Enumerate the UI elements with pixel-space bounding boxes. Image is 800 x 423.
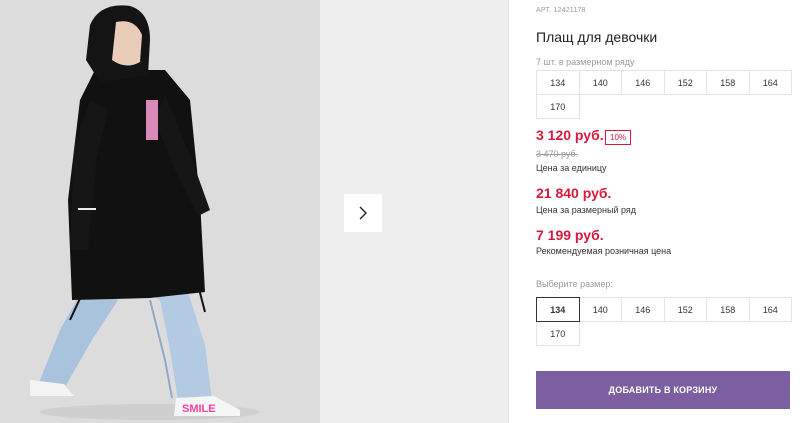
- discount-badge: 10%: [605, 130, 632, 145]
- pack-size-cell: 158: [706, 70, 750, 95]
- size-option[interactable]: 164: [748, 297, 792, 322]
- pack-size-cell: 152: [663, 70, 707, 95]
- pack-size-grid: 134 140 146 152 158 164 170: [536, 70, 792, 119]
- product-title: Плащ для девочки: [536, 29, 658, 45]
- chevron-right-icon: [359, 206, 367, 220]
- pack-size-cell: 134: [536, 70, 580, 95]
- old-price: 3 470 руб.: [536, 149, 579, 159]
- svg-text:SMILE: SMILE: [182, 403, 216, 415]
- rrp-price: 7 199 руб.: [536, 227, 604, 243]
- rrp-caption: Рекомендуемая розничная цена: [536, 246, 672, 256]
- pack-size-cell: 170: [536, 94, 580, 119]
- choose-size-label: Выберите размер:: [536, 279, 613, 289]
- product-sku: АРТ. 12421178: [536, 7, 586, 14]
- size-selector: 134 140 146 152 158 164 170: [536, 297, 792, 346]
- size-option[interactable]: 146: [621, 297, 665, 322]
- size-option-selected[interactable]: 134: [536, 297, 580, 322]
- pack-size-cell: 146: [621, 70, 665, 95]
- product-photo-illustration: SMILE: [0, 0, 320, 423]
- next-image-button[interactable]: [344, 194, 382, 232]
- size-option[interactable]: 170: [536, 321, 580, 346]
- pack-price: 21 840 руб.: [536, 185, 612, 201]
- unit-price-caption: Цена за единицу: [536, 163, 607, 173]
- pack-size-cell: 140: [578, 70, 622, 95]
- size-option[interactable]: 158: [706, 297, 750, 322]
- unit-price: 3 120 руб.: [536, 127, 604, 143]
- product-photo[interactable]: SMILE: [0, 0, 320, 423]
- size-option[interactable]: 140: [578, 297, 622, 322]
- pack-size-cell: 164: [748, 70, 792, 95]
- size-option[interactable]: 152: [663, 297, 707, 322]
- add-to-cart-button[interactable]: Добавить в корзину: [536, 371, 790, 409]
- pack-note: 7 шт. в размерном ряду: [536, 57, 635, 67]
- product-gallery: SMILE: [0, 0, 509, 423]
- pack-price-caption: Цена за размерный ряд: [536, 205, 637, 215]
